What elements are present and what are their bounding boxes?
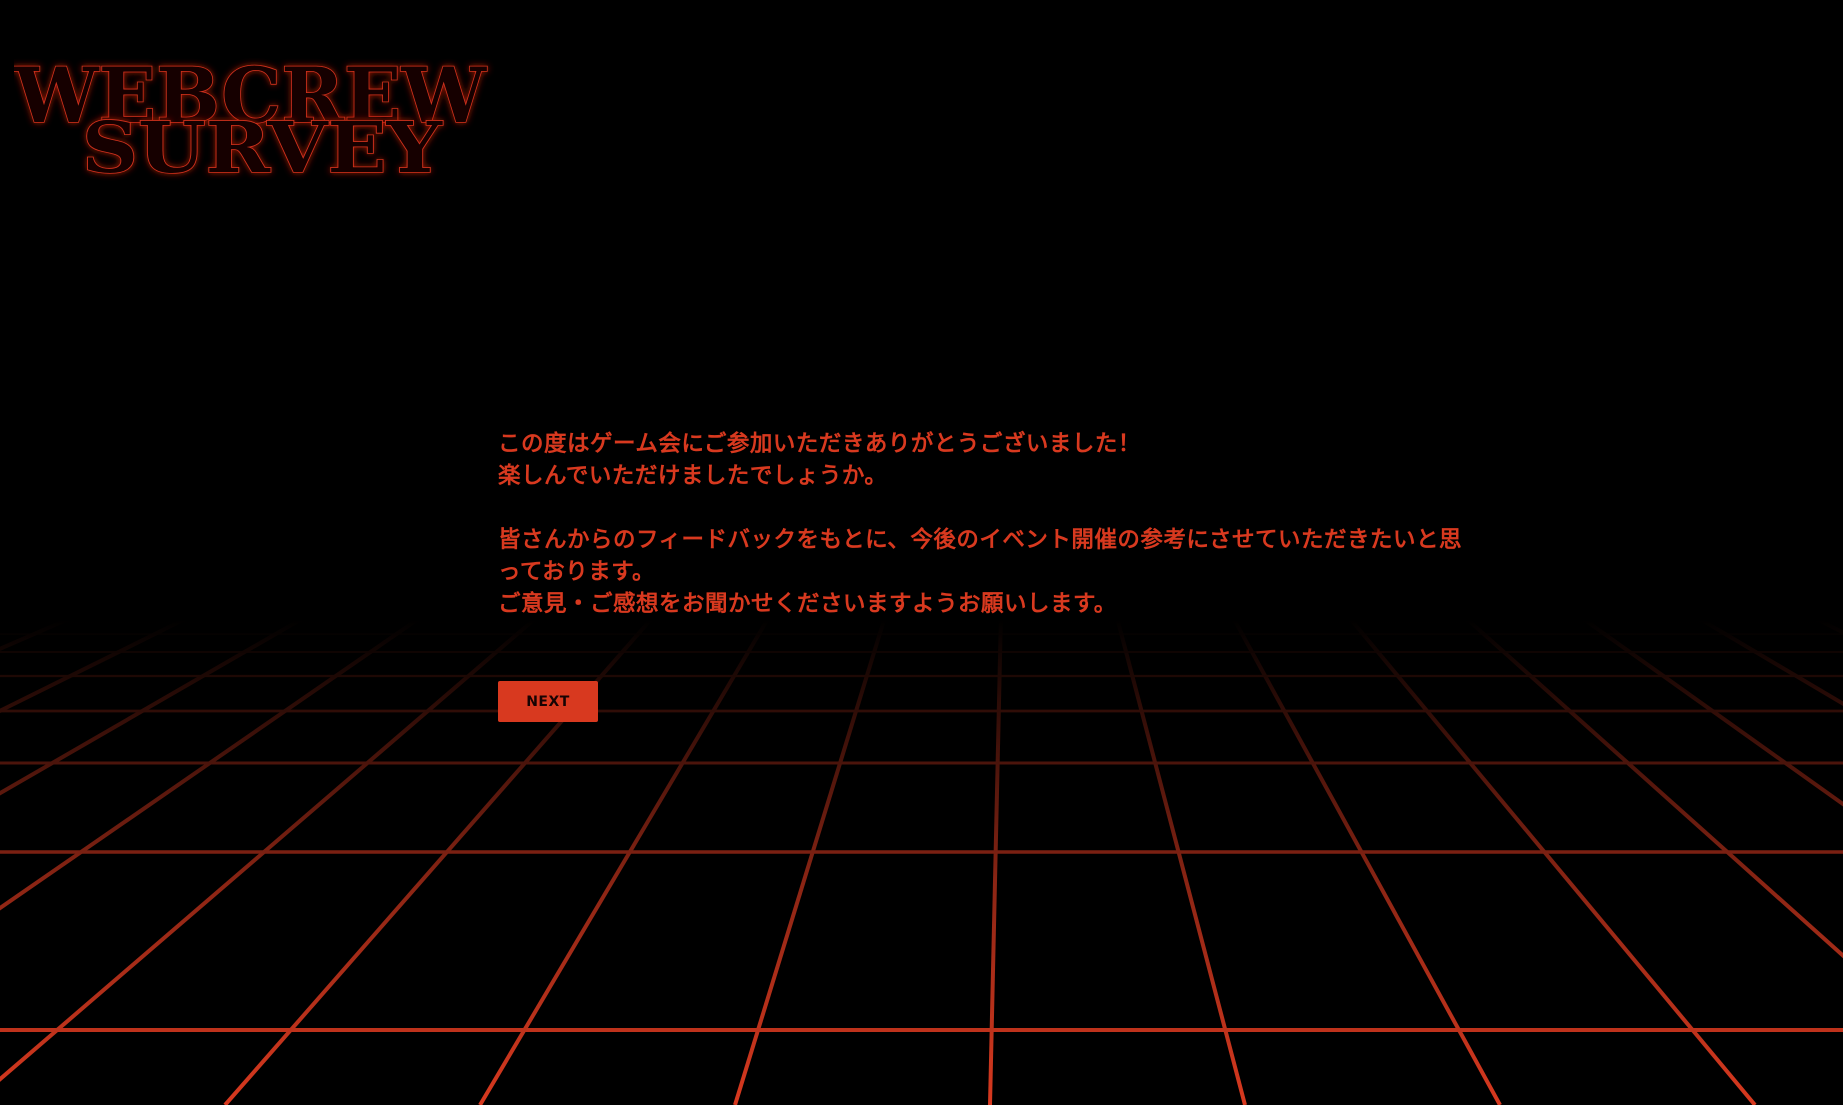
survey-page: WEBCREW SURVEY この度はゲーム会にご参加いただきありがとうございま… (0, 0, 1843, 1105)
next-button[interactable]: NEXT (498, 681, 598, 722)
intro-line: っております。 (498, 559, 655, 585)
intro-line: 楽しんでいただけましたでしょうか。 (498, 463, 888, 489)
intro-line: ご意見・ご感想をお聞かせくださいますようお願いします。 (498, 591, 1117, 617)
intro-line: 皆さんからのフィードバックをもとに、今後のイベント開催の参考にさせていただきたい… (498, 527, 1462, 553)
intro-message: この度はゲーム会にご参加いただきありがとうございました！ 楽しんでいただけました… (498, 428, 1508, 620)
logo-subtitle-line: SURVEY (82, 106, 443, 184)
webcrew-survey-logo: WEBCREW SURVEY (14, 50, 488, 184)
intro-line: この度はゲーム会にご参加いただきありがとうございました！ (498, 431, 1141, 457)
